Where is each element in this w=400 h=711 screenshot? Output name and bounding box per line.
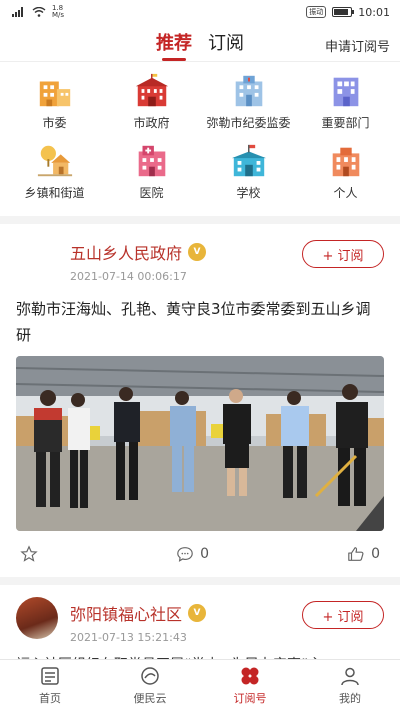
tab-profile[interactable]: 我的 xyxy=(300,660,400,711)
school-icon xyxy=(231,144,266,177)
comment-count: 0 xyxy=(200,546,209,562)
clover-icon xyxy=(241,667,259,685)
card-header: 弥阳镇福心社区 V 2021-07-13 15:21:43 + 订阅 xyxy=(16,597,384,653)
subscribe-button[interactable]: + 订阅 xyxy=(302,240,384,268)
source-name[interactable]: 五山乡人民政府 V xyxy=(70,240,302,264)
star-icon xyxy=(20,545,38,562)
source-info: 弥阳镇福心社区 V 2021-07-13 15:21:43 xyxy=(70,597,302,644)
status-right: 振动 10:01 xyxy=(306,6,390,19)
category-discipline-commission[interactable]: 弥勒市纪委监委 xyxy=(200,72,297,142)
like-count: 0 xyxy=(371,546,380,562)
vibrate-icon: 振动 xyxy=(306,6,327,18)
office-building-icon xyxy=(235,75,262,107)
tab-label: 我的 xyxy=(339,692,361,705)
source-name-text: 弥阳镇福心社区 xyxy=(70,605,183,624)
clock: 10:01 xyxy=(358,5,390,19)
category-individual[interactable]: 个人 xyxy=(297,142,394,212)
post-title[interactable]: 弥勒市汪海灿、孔艳、黄守良3位市委常委到五山乡调研 xyxy=(16,296,384,348)
category-label: 市政府 xyxy=(133,116,170,130)
post-photo[interactable] xyxy=(16,356,384,531)
category-label: 个人 xyxy=(333,186,358,200)
category-label: 乡镇和街道 xyxy=(24,186,85,200)
source-name[interactable]: 弥阳镇福心社区 V xyxy=(70,601,302,625)
source-info: 五山乡人民政府 V 2021-07-14 00:06:17 xyxy=(70,236,302,283)
category-key-departments[interactable]: 重要部门 xyxy=(297,72,394,142)
category-towns-streets[interactable]: 乡镇和街道 xyxy=(6,142,103,212)
tab-subscriptions[interactable]: 订阅号 xyxy=(200,660,300,711)
tab-label: 便民云 xyxy=(133,692,167,705)
government-building-icon xyxy=(135,73,168,107)
category-grid: 市委 市政府 弥勒市纪委监委 重要部门 乡镇和街道 医院 学校 个人 xyxy=(0,62,400,216)
apply-subscription-link[interactable]: 申请订阅号 xyxy=(325,36,390,55)
comment-icon xyxy=(177,547,193,562)
verified-badge-icon: V xyxy=(188,604,207,622)
bottom-tab-bar: 首页 便民云 订阅号 我的 xyxy=(0,659,400,711)
tab-label: 首页 xyxy=(39,692,61,705)
tab-recommend[interactable]: 推荐 xyxy=(156,29,192,61)
battery-icon xyxy=(332,7,355,17)
cloud-icon xyxy=(141,667,159,685)
user-icon xyxy=(341,667,359,686)
verified-badge-icon: V xyxy=(188,243,207,261)
category-label: 学校 xyxy=(236,186,261,200)
wifi-icon xyxy=(32,7,46,17)
tab-label: 订阅号 xyxy=(233,692,267,705)
avatar[interactable] xyxy=(16,236,58,278)
category-city-government[interactable]: 市政府 xyxy=(103,72,200,142)
newspaper-icon xyxy=(41,667,59,685)
category-school[interactable]: 学校 xyxy=(200,142,297,212)
net-speed-unit: M/s xyxy=(52,11,65,19)
person-icon xyxy=(332,147,359,177)
department-icon xyxy=(333,77,358,107)
category-city-committee[interactable]: 市委 xyxy=(6,72,103,142)
app-root: 1.8 M/s 振动 10:01 推荐 订阅 申请订阅号 市委 市政府 弥勒市纪委… xyxy=(0,0,400,711)
warehouse-photo-image xyxy=(16,356,384,531)
source-name-text: 五山乡人民政府 xyxy=(70,244,183,263)
comment-button[interactable]: 0 xyxy=(176,545,209,563)
like-button[interactable]: 0 xyxy=(347,545,380,563)
hospital-icon xyxy=(138,145,165,177)
category-label: 市委 xyxy=(42,116,67,130)
section-divider xyxy=(0,216,400,224)
post-time: 2021-07-13 15:21:43 xyxy=(70,631,187,644)
feed-card[interactable]: 五山乡人民政府 V 2021-07-14 00:06:17 + 订阅 弥勒市汪海灿… xyxy=(0,224,400,577)
post-actions: 0 0 xyxy=(16,531,384,577)
building-icon xyxy=(39,81,70,107)
category-label: 弥勒市纪委监委 xyxy=(206,116,291,130)
top-tabs: 推荐 订阅 xyxy=(156,23,244,61)
category-label: 医院 xyxy=(139,186,164,200)
top-header: 推荐 订阅 申请订阅号 xyxy=(0,24,400,62)
section-divider xyxy=(0,577,400,585)
thumbs-up-icon xyxy=(348,547,364,561)
tab-subscribed[interactable]: 订阅 xyxy=(208,29,244,61)
subscribe-button[interactable]: + 订阅 xyxy=(302,601,384,629)
net-speed: 1.8 M/s xyxy=(52,5,64,19)
tab-home[interactable]: 首页 xyxy=(0,660,100,711)
tab-services[interactable]: 便民云 xyxy=(100,660,200,711)
card-header: 五山乡人民政府 V 2021-07-14 00:06:17 + 订阅 xyxy=(16,236,384,292)
category-hospital[interactable]: 医院 xyxy=(103,142,200,212)
category-label: 重要部门 xyxy=(321,116,370,130)
town-icon xyxy=(37,145,72,177)
avatar[interactable] xyxy=(16,597,58,639)
status-left: 1.8 M/s xyxy=(12,5,64,19)
post-time: 2021-07-14 00:06:17 xyxy=(70,270,187,283)
signal-icon xyxy=(12,7,23,17)
status-bar: 1.8 M/s 振动 10:01 xyxy=(0,0,400,24)
favorite-button[interactable] xyxy=(20,545,38,563)
